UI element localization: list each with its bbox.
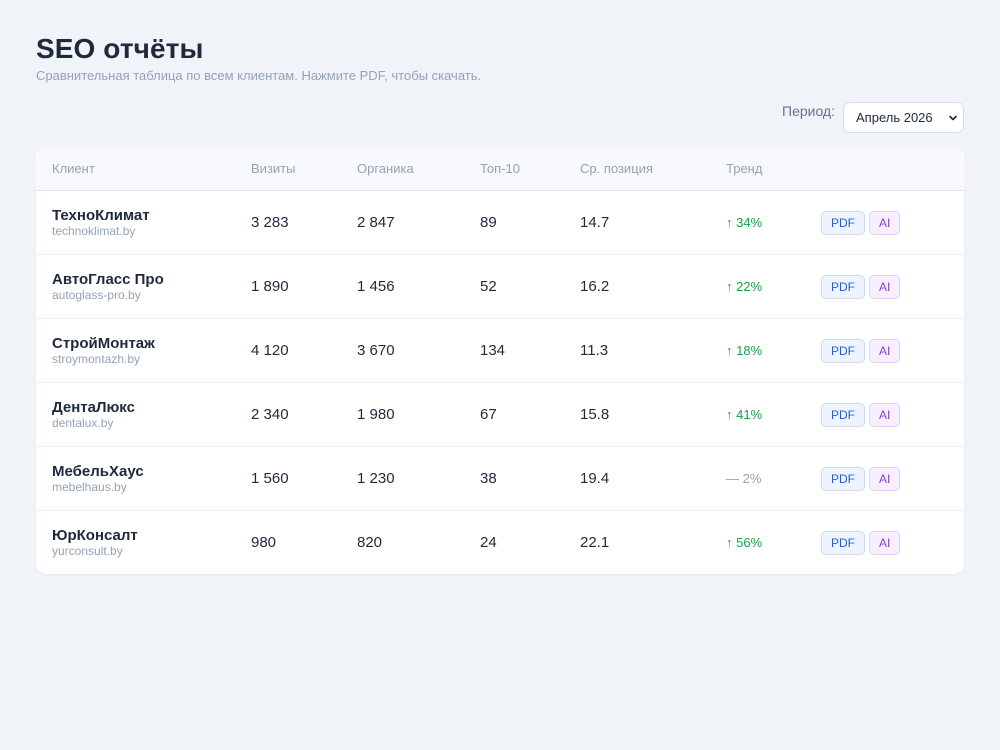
table-row: ЮрКонсалт yurconsult.by 980 820 24 22.1 … [36,511,964,575]
trend-cell: ↑ 22% [726,254,821,319]
avg-position-cell: 15.8 [580,382,726,447]
client-cell: ЮрКонсалт yurconsult.by [36,511,251,575]
period-select-value: Апрель 2026 [856,110,933,125]
top10-cell: 24 [480,534,497,551]
page-subtitle: Сравнительная таблица по всем клиентам. … [36,68,482,83]
table-row: АвтоГласс Про autoglass-pro.by 1 890 1 4… [36,254,964,319]
top10-cell: 89 [480,190,580,255]
client-cell: ТехноКлимат technoklimat.by [36,190,251,255]
table-row: СтройМонтаж stroymontazh.by 4 120 3 670 … [36,318,964,383]
client-name: ДентаЛюкс [52,399,135,416]
page-title: SEO отчёты [36,33,204,64]
trend-value: — 2% [726,471,762,486]
table-row: ТехноКлимат technoklimat.by 3 283 2 847 … [36,190,964,255]
visits-cell: 980 [251,534,277,551]
client-cell: СтройМонтаж stroymontazh.by [36,318,251,383]
client-domain: technoklimat.by [52,224,136,238]
organic-cell: 1 980 [357,382,480,447]
trend-value: ↑ 34% [726,215,763,230]
column-header-avg-position: Ср. позиция [580,147,726,191]
actions-cell: PDF AI [821,511,964,575]
ai-button[interactable]: AI [869,210,901,235]
avg-position-cell: 16.2 [580,254,726,319]
trend-value: ↑ 22% [726,279,763,294]
visits-cell: 1 560 [251,446,357,511]
table-row: МебельХаус mebelhaus.by 1 560 1 230 38 1… [36,446,964,511]
trend-cell: ↑ 41% [726,382,821,447]
period-label: Период: [782,103,835,119]
pdf-download-button[interactable]: PDF [821,338,865,363]
organic-cell: 2 847 [357,190,480,255]
organic-cell: 3 670 [357,318,480,383]
client-cell: МебельХаус mebelhaus.by [36,446,251,511]
organic-cell: 1 456 [357,254,480,319]
avg-position-cell: 22.1 [580,534,610,551]
client-cell: ДентаЛюкс dentalux.by [36,382,251,447]
pdf-download-button[interactable]: PDF [821,530,865,555]
actions-cell: PDF AI [821,254,964,319]
chevron-down-icon [949,115,957,120]
visits-cell: 2 340 [251,382,357,447]
trend-value: ↑ 41% [726,407,763,422]
pdf-download-button[interactable]: PDF [821,402,865,427]
trend-cell: — 2% [726,446,821,511]
column-header-client: Клиент [36,147,251,191]
ai-button[interactable]: AI [869,274,901,299]
organic-cell: 1 230 [357,446,480,511]
trend-value: ↑ 18% [726,343,763,358]
top10-cell: 38 [480,446,580,511]
trend-cell: ↑ 18% [726,318,821,383]
trend-cell: ↑ 34% [726,190,821,255]
actions-cell: PDF AI [821,190,964,255]
column-header-trend: Тренд [726,147,821,191]
ai-button[interactable]: AI [869,466,901,491]
top10-cell: 52 [480,254,580,319]
toolbar: Период: Апрель 2026 [36,102,964,133]
avg-position-cell: 11.3 [580,318,726,383]
visits-cell: 3 283 [251,190,357,255]
client-domain: yurconsult.by [52,544,123,558]
pdf-download-button[interactable]: PDF [821,210,865,235]
actions-cell: PDF AI [821,446,964,511]
visits-cell: 4 120 [251,318,357,383]
table-row: ДентаЛюкс dentalux.by 2 340 1 980 67 15.… [36,382,964,447]
client-domain: stroymontazh.by [52,352,141,366]
pdf-download-button[interactable]: PDF [821,466,865,491]
top10-cell: 134 [480,318,580,383]
client-domain: dentalux.by [52,416,114,430]
top10-cell: 67 [480,382,580,447]
ai-button[interactable]: AI [869,530,901,555]
column-header-organic: Органика [357,147,480,191]
column-header-actions [821,147,964,191]
trend-cell: ↑ 56% [726,511,821,575]
period-select[interactable]: Апрель 2026 [843,102,964,133]
trend-value: ↑ 56% [726,535,763,550]
client-name: МебельХаус [52,463,144,480]
visits-cell: 1 890 [251,254,357,319]
reports-card: Клиент Визиты Органика Топ-10 Ср. позици… [36,147,964,574]
pdf-download-button[interactable]: PDF [821,274,865,299]
ai-button[interactable]: AI [869,338,901,363]
column-header-visits: Визиты [251,147,357,191]
table-header-row: Клиент Визиты Органика Топ-10 Ср. позици… [36,147,964,191]
column-header-top10: Топ-10 [480,147,580,191]
avg-position-cell: 19.4 [580,446,726,511]
client-name: ТехноКлимат [52,207,150,224]
client-name: СтройМонтаж [52,335,155,352]
avg-position-cell: 14.7 [580,190,726,255]
reports-table: Клиент Визиты Органика Топ-10 Ср. позици… [36,147,964,574]
ai-button[interactable]: AI [869,402,901,427]
client-domain: autoglass-pro.by [52,288,141,302]
organic-cell: 820 [357,534,383,551]
page: SEO отчёты Сравнительная таблица по всем… [0,0,1000,574]
client-name: ЮрКонсалт [52,527,138,544]
actions-cell: PDF AI [821,382,964,447]
actions-cell: PDF AI [821,318,964,383]
client-name: АвтоГласс Про [52,271,164,288]
client-domain: mebelhaus.by [52,480,127,494]
client-cell: АвтоГласс Про autoglass-pro.by [36,254,251,319]
